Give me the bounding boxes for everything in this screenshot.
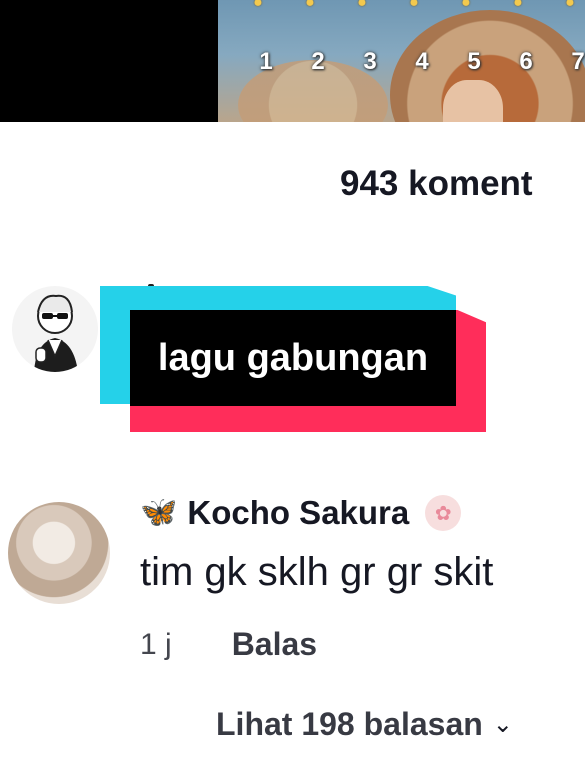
- avatar[interactable]: [12, 286, 98, 372]
- cartoon-avatar-icon: [34, 294, 78, 372]
- caption-sticker: lagu gabungan: [100, 286, 486, 432]
- number-label: 5: [467, 48, 481, 75]
- flower-badge-icon: ✿: [425, 495, 462, 531]
- sticker-text: lagu gabungan: [157, 336, 429, 379]
- emoji-icon: ●: [565, 0, 575, 11]
- comment-meta-row: 1 j Balas: [140, 626, 317, 663]
- comment-text: tim gk sklh gr gr skit: [140, 550, 494, 594]
- sticker-black-layer: lagu gabungan: [130, 310, 456, 406]
- number-label: 4: [415, 48, 429, 75]
- number-label: 6: [519, 48, 533, 75]
- emoji-icon: ●: [357, 0, 367, 11]
- avatar[interactable]: [8, 502, 110, 604]
- emoji-row: ● ● ● ● ● ● ●: [232, 0, 585, 12]
- reply-button[interactable]: Balas: [232, 626, 317, 663]
- video-left-black-area: [0, 0, 218, 122]
- number-row: 1 2 3 4 5 6 7: [240, 48, 585, 76]
- number-label: 3: [363, 48, 377, 75]
- comment-count-title: 943 koment: [340, 164, 533, 203]
- thumbnail-face-shape: [443, 80, 503, 122]
- emoji-icon: ●: [305, 0, 315, 11]
- number-label: 7: [571, 48, 585, 75]
- emoji-icon: ●: [513, 0, 523, 11]
- comment-author-row: 🦋 Kocho Sakura ✿: [140, 494, 462, 532]
- comment-timestamp: 1 j: [140, 627, 172, 661]
- chevron-down-icon[interactable]: ⌄: [493, 710, 513, 739]
- emoji-icon: ●: [253, 0, 263, 11]
- view-replies-label[interactable]: Lihat 198 balasan: [216, 706, 483, 743]
- emoji-icon: ●: [461, 0, 471, 11]
- comment-author-name[interactable]: Kocho Sakura: [187, 494, 409, 532]
- video-preview[interactable]: ● ● ● ● ● ● ● 1 2 3 4 5 6 7: [0, 0, 585, 122]
- butterfly-icon: 🦋: [140, 496, 178, 529]
- emoji-icon: ●: [409, 0, 419, 11]
- number-label: 1: [259, 48, 273, 75]
- video-thumbnail: ● ● ● ● ● ● ● 1 2 3 4 5 6 7: [218, 0, 585, 122]
- view-replies-button[interactable]: Lihat 198 balasan ⌄: [216, 706, 513, 743]
- number-label: 2: [311, 48, 325, 75]
